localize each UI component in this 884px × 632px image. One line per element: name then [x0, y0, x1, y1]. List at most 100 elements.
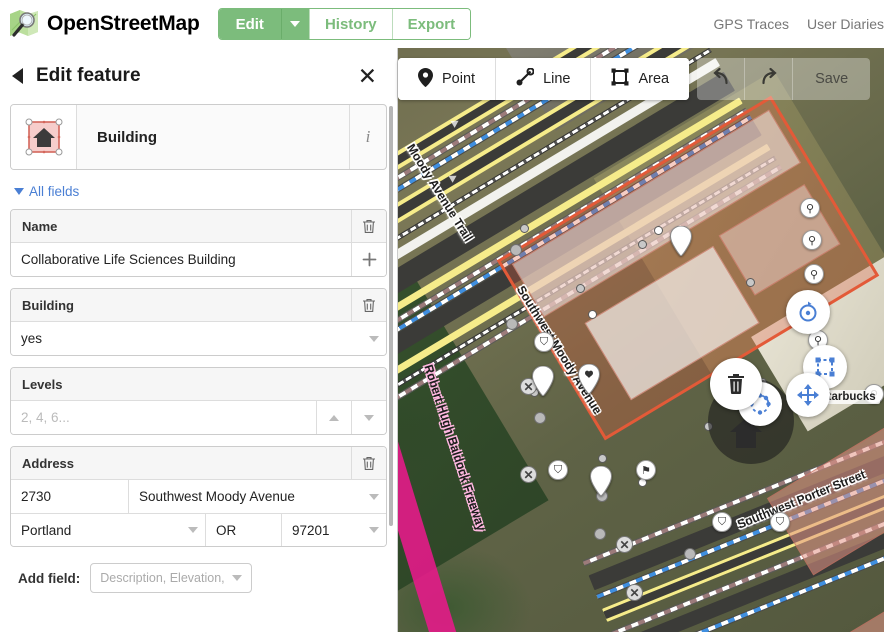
- page-title: Edit feature: [36, 65, 141, 86]
- field-name-row: [11, 243, 386, 276]
- add-field-row: Add field:: [10, 563, 387, 593]
- poi-marker-icon[interactable]: ⚑: [636, 460, 656, 480]
- levels-input[interactable]: [11, 401, 316, 434]
- postcode-combo-chevron-down-icon[interactable]: [362, 514, 386, 546]
- map-pin-marker[interactable]: [590, 466, 612, 496]
- site-header: OpenStreetMap Edit History Export GPS Tr…: [0, 0, 884, 48]
- field-building-trash-icon[interactable]: [351, 289, 386, 321]
- map-toolbar: Point Line Area Save: [398, 58, 871, 100]
- field-name-header: Name: [11, 210, 386, 243]
- poi-bicycle-icon[interactable]: ⚲: [804, 264, 824, 284]
- mode-line-button[interactable]: Line: [496, 58, 592, 100]
- map-node-crossing[interactable]: ✕: [520, 466, 537, 483]
- add-field-label: Add field:: [18, 570, 81, 586]
- line-icon: [516, 67, 535, 90]
- mode-line-label: Line: [543, 71, 571, 87]
- triangle-down-icon: [14, 188, 24, 195]
- field-address-trash-icon[interactable]: [351, 447, 386, 479]
- top-nav: GPS Traces User Diaries: [714, 16, 884, 32]
- name-input[interactable]: [11, 243, 351, 276]
- map-pin-marker[interactable]: [532, 366, 554, 396]
- history-button[interactable]: History: [308, 9, 392, 39]
- preset-row[interactable]: Building i: [10, 104, 387, 170]
- all-fields-label: All fields: [29, 184, 80, 199]
- mode-point-label: Point: [442, 71, 476, 87]
- levels-stepper-up-icon[interactable]: [316, 401, 351, 434]
- add-field-chevron-down-icon[interactable]: [225, 564, 249, 592]
- brand-block[interactable]: OpenStreetMap: [0, 8, 200, 40]
- all-fields-toggle[interactable]: All fields: [14, 184, 387, 199]
- city-input[interactable]: [11, 514, 181, 546]
- edit-button-group: Edit History Export: [217, 8, 472, 40]
- poi-transit-icon[interactable]: ⛉: [534, 332, 554, 352]
- address-row-1: [11, 480, 386, 513]
- add-field-combo[interactable]: [90, 563, 253, 593]
- field-name: Name: [10, 209, 387, 277]
- close-x-icon[interactable]: ✕: [358, 64, 381, 88]
- preset-label: Building: [97, 128, 157, 146]
- map-canvas[interactable]: Moody Avenue Trail Southwest Moody Avenu…: [398, 48, 884, 632]
- poi-bicycle-icon[interactable]: ⚲: [802, 230, 822, 250]
- radial-move-button[interactable]: [786, 373, 830, 417]
- draw-mode-group: Point Line Area: [398, 58, 690, 100]
- levels-stepper-down-icon[interactable]: [351, 401, 386, 434]
- field-building-row: [11, 322, 386, 355]
- field-levels: Levels: [10, 367, 387, 435]
- nav-user-diaries[interactable]: User Diaries: [807, 16, 884, 32]
- postcode-input[interactable]: [281, 514, 362, 546]
- city-combo-chevron-down-icon[interactable]: [181, 514, 205, 546]
- field-levels-row: [11, 401, 386, 434]
- redo-button[interactable]: [745, 58, 794, 100]
- export-button[interactable]: Export: [391, 9, 471, 39]
- sidebar-body: Building i All fields Name Collaborative…: [0, 104, 397, 593]
- chevron-down-icon: [290, 21, 301, 27]
- field-building-header: Building: [11, 289, 386, 322]
- undo-button[interactable]: [697, 58, 746, 100]
- building-value-input[interactable]: [11, 322, 362, 355]
- redo-arrow-icon: [758, 66, 780, 93]
- nav-gps-traces[interactable]: GPS Traces: [714, 16, 789, 32]
- radial-delete-button[interactable]: [710, 358, 762, 410]
- edit-dropdown-caret[interactable]: [280, 9, 309, 39]
- field-name-trash-icon[interactable]: [351, 210, 386, 242]
- building-combo-chevron-down-icon[interactable]: [362, 322, 386, 355]
- street-input[interactable]: [128, 480, 362, 513]
- state-input[interactable]: [205, 514, 281, 546]
- field-levels-label: Levels: [22, 376, 63, 392]
- edit-button[interactable]: Edit: [218, 9, 281, 39]
- map-pin-marker-poi[interactable]: [578, 364, 600, 394]
- map-node-crossing[interactable]: ✕: [616, 536, 633, 553]
- info-icon[interactable]: i: [349, 105, 386, 169]
- mode-area-label: Area: [638, 71, 670, 87]
- poi-bicycle-icon[interactable]: ⚲: [800, 198, 820, 218]
- field-name-label: Name: [22, 218, 58, 234]
- mode-point-button[interactable]: Point: [398, 58, 497, 100]
- poi-transit-icon[interactable]: ⛉: [548, 460, 568, 480]
- building-area-icon: [11, 105, 77, 169]
- field-address-header: Address: [11, 447, 386, 480]
- history-save-group: Save: [697, 58, 871, 100]
- map-pin-icon: [418, 67, 433, 91]
- field-address: Address: [10, 446, 387, 547]
- street-combo-chevron-down-icon[interactable]: [362, 480, 386, 513]
- back-triangle-icon[interactable]: [12, 68, 23, 84]
- radial-rotate-button[interactable]: [786, 290, 830, 334]
- brand-name: OpenStreetMap: [47, 12, 200, 35]
- sidebar-scrollbar[interactable]: [389, 106, 393, 526]
- poi-bus-icon[interactable]: ⛉: [770, 512, 790, 532]
- osm-magnifier-logo-icon: [8, 8, 40, 40]
- id-editor-app: Moody Avenue Trail Southwest Moody Avenu…: [0, 0, 884, 632]
- field-name-plus-icon[interactable]: [351, 243, 386, 276]
- field-building-label: Building: [22, 297, 74, 313]
- map-pin-marker[interactable]: [670, 226, 692, 256]
- area-icon: [611, 68, 629, 90]
- map-node-crossing[interactable]: ✕: [626, 584, 643, 601]
- undo-arrow-icon: [710, 66, 732, 93]
- address-row-2: [11, 513, 386, 546]
- housenumber-input[interactable]: [11, 480, 128, 513]
- save-button[interactable]: Save: [793, 58, 870, 100]
- poi-bus-icon[interactable]: ⛉: [712, 512, 732, 532]
- mode-area-button[interactable]: Area: [591, 58, 690, 100]
- field-levels-header: Levels: [11, 368, 386, 401]
- entity-editor-sidebar: Edit feature ✕ Building i All fields Nam…: [0, 48, 398, 632]
